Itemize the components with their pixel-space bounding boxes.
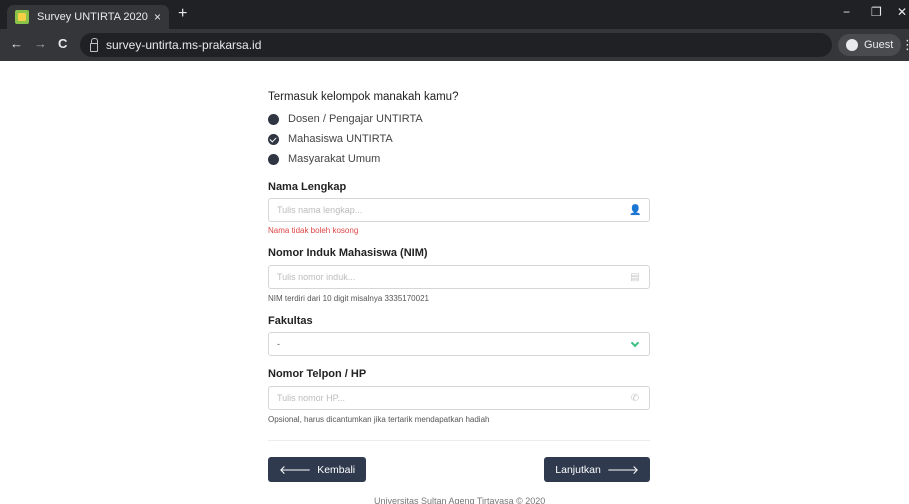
nama-field[interactable]: 👤: [268, 198, 650, 222]
option-label: Dosen / Pengajar UNTIRTA: [288, 113, 423, 125]
nim-input[interactable]: [277, 272, 629, 282]
option-label: Masyarakat Umum: [288, 153, 381, 165]
nama-input[interactable]: [277, 205, 629, 215]
tab-title: Survey UNTIRTA 2020: [37, 11, 148, 23]
page-footer: Universitas Sultan Ageng Tirtayasa © 202…: [374, 496, 546, 504]
nim-help: NIM terdiri dari 10 digit misalnya 33351…: [268, 294, 429, 303]
nama-label: Nama Lengkap: [268, 181, 347, 193]
profile-button[interactable]: Guest: [838, 34, 902, 56]
site-favicon-icon: [15, 10, 29, 24]
arrow-right-icon: 🡒: [606, 463, 639, 477]
nim-label: Nomor Induk Mahasiswa (NIM): [268, 247, 428, 259]
radio-icon: [268, 113, 279, 125]
reload-icon[interactable]: C: [58, 37, 67, 51]
option-label: Mahasiswa UNTIRTA: [288, 133, 393, 145]
next-button[interactable]: Lanjutkan 🡒: [544, 457, 650, 482]
url-text: survey-untirta.ms-prakarsa.id: [106, 38, 262, 52]
lock-icon: [90, 37, 98, 52]
nim-field[interactable]: ▤: [268, 265, 650, 289]
radio-checked-icon: [268, 133, 279, 145]
arrow-left-icon: 🡐: [279, 463, 312, 477]
option-dosen[interactable]: Dosen / Pengajar UNTIRTA: [268, 113, 423, 125]
chevron-down-icon: [630, 338, 640, 347]
person-icon: [846, 39, 858, 51]
user-icon: 👤: [629, 204, 642, 216]
option-masyarakat[interactable]: Masyarakat Umum: [268, 153, 380, 165]
tab-close-icon[interactable]: ×: [154, 11, 161, 23]
address-bar: ← → C survey-untirta.ms-prakarsa.id Gues…: [0, 29, 909, 61]
window-close-icon[interactable]: ✕: [897, 5, 907, 19]
nama-error: Nama tidak boleh kosong: [268, 226, 359, 235]
restore-icon[interactable]: ❐: [871, 5, 882, 19]
form-divider: [268, 440, 650, 441]
back-arrow-icon[interactable]: ←: [10, 37, 23, 51]
telpon-label: Nomor Telpon / HP: [268, 368, 367, 380]
group-question: Termasuk kelompok manakah kamu?: [268, 91, 459, 103]
back-button[interactable]: 🡐 Kembali: [268, 457, 367, 482]
phone-icon: ✆: [630, 392, 640, 404]
fakultas-value: -: [277, 339, 280, 349]
url-field[interactable]: survey-untirta.ms-prakarsa.id: [80, 33, 832, 57]
back-button-label: Kembali: [317, 463, 356, 476]
fakultas-select[interactable]: -: [268, 332, 650, 356]
profile-label: Guest: [864, 39, 894, 51]
id-card-icon: ▤: [630, 271, 640, 283]
telpon-help: Opsional, harus dicantumkan jika tertari…: [268, 415, 490, 424]
telpon-field[interactable]: ✆: [268, 386, 650, 410]
browser-menu-icon[interactable]: ⋮: [901, 37, 909, 53]
forward-arrow-icon[interactable]: →: [34, 37, 47, 51]
fakultas-label: Fakultas: [268, 315, 313, 327]
browser-tab[interactable]: Survey UNTIRTA 2020 ×: [7, 5, 169, 29]
option-mahasiswa[interactable]: Mahasiswa UNTIRTA: [268, 133, 393, 145]
radio-icon: [268, 153, 279, 165]
next-button-label: Lanjutkan: [555, 463, 601, 476]
browser-tab-bar: Survey UNTIRTA 2020 × + − ❐ ✕: [0, 0, 909, 29]
telpon-input[interactable]: [277, 393, 629, 403]
minimize-icon[interactable]: −: [843, 5, 850, 19]
new-tab-button[interactable]: +: [178, 6, 187, 22]
